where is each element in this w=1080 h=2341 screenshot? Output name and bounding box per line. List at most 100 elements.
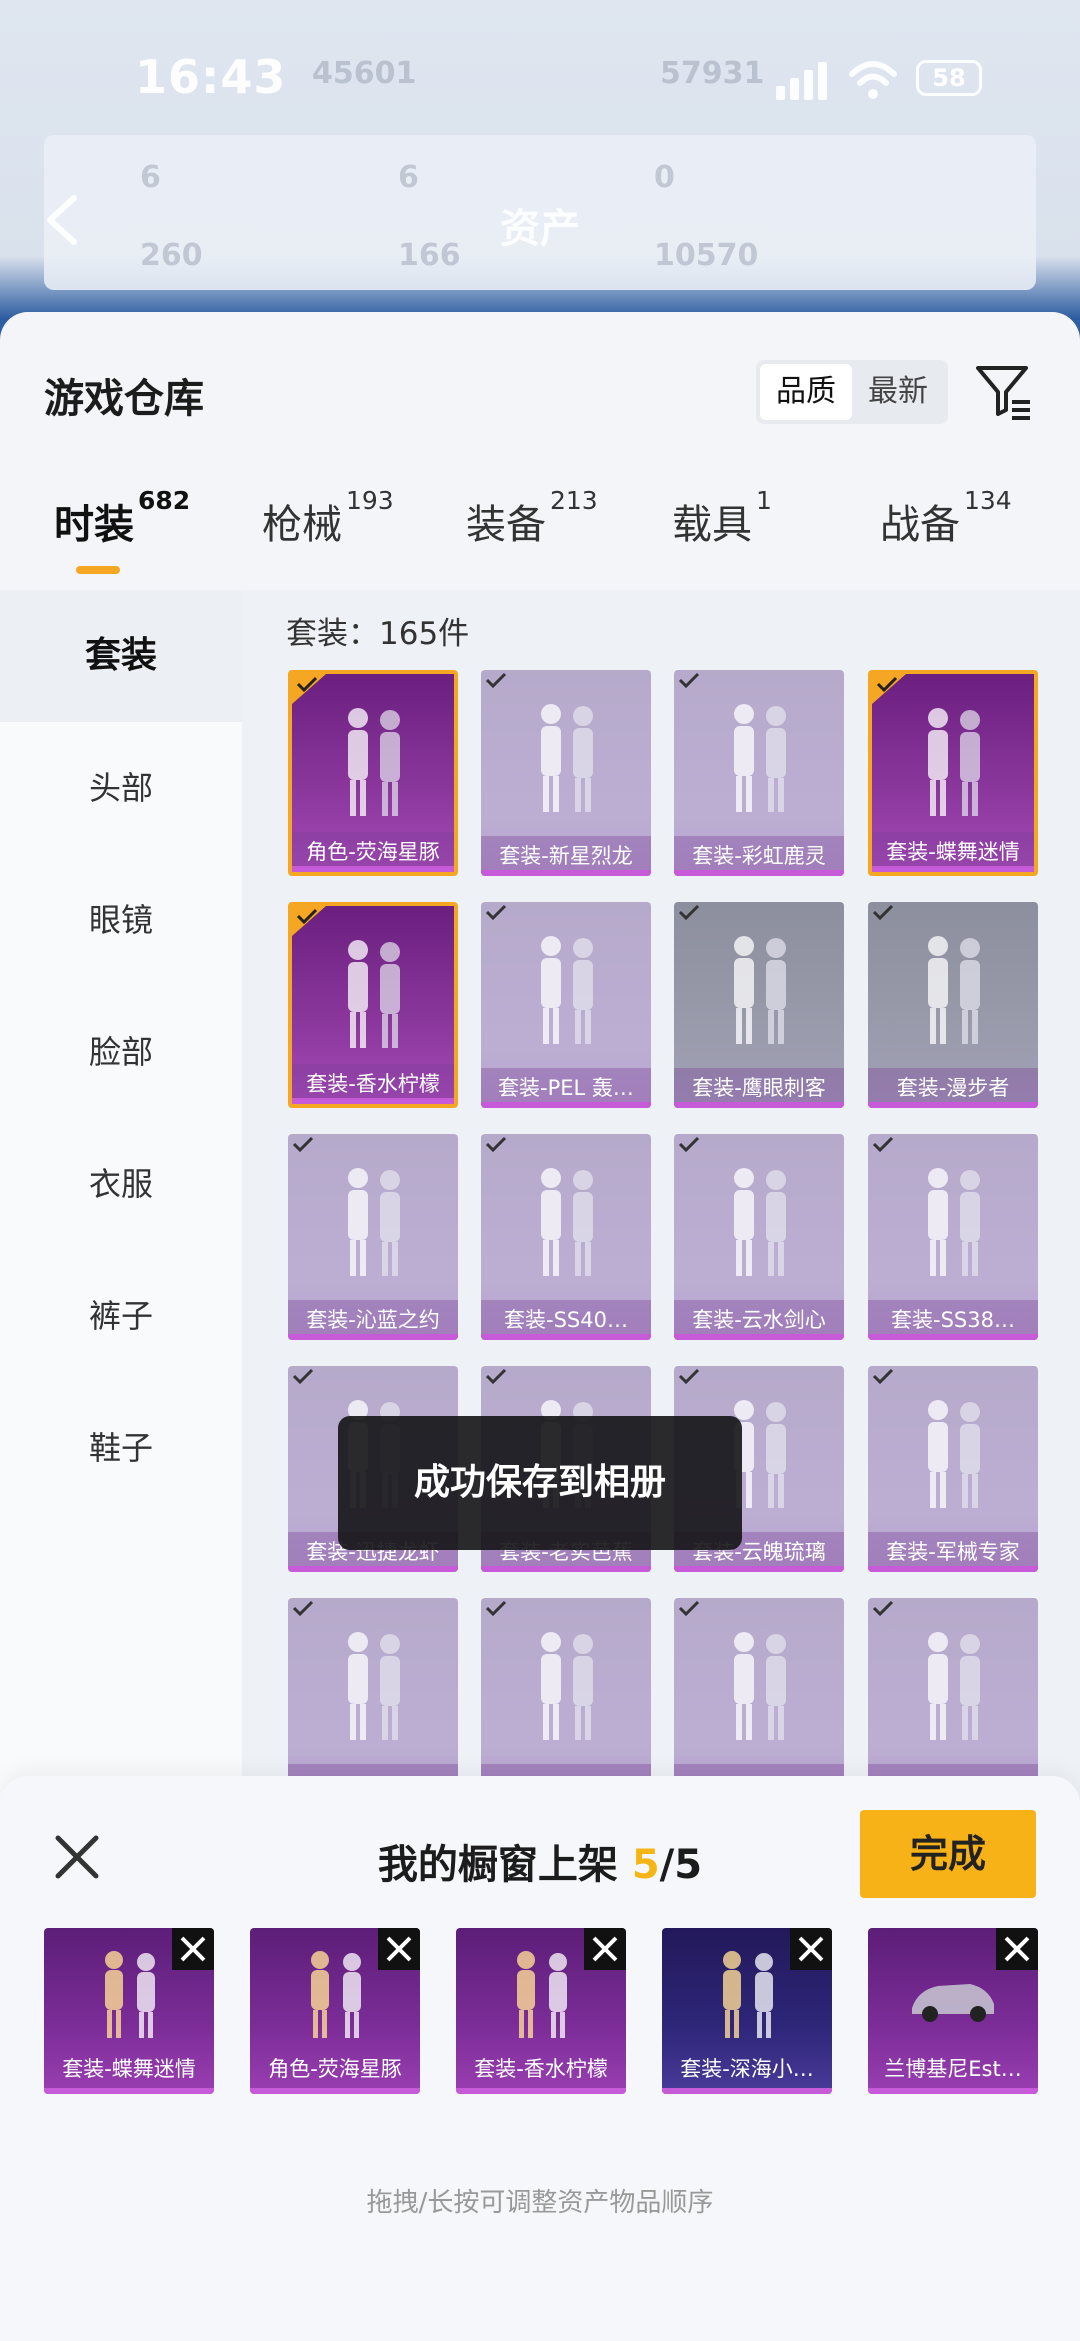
showcase-slot[interactable]: 角色-荧海星豚	[250, 1928, 420, 2094]
rarity-bar	[288, 1334, 458, 1340]
tab-count: 682	[138, 486, 191, 515]
rarity-bar	[481, 1566, 651, 1572]
item-card[interactable]: 套装-漫步者	[868, 902, 1038, 1108]
showcase-count-total: /5	[659, 1842, 703, 1888]
item-card[interactable]: 套装-彩虹鹿灵	[674, 670, 844, 876]
item-card[interactable]	[868, 1598, 1038, 1804]
ghost-number: 0	[654, 160, 675, 195]
item-card[interactable]: 套装-军械专家	[868, 1366, 1038, 1572]
subcategory-item-face[interactable]: 脸部	[0, 986, 242, 1118]
rarity-bar	[868, 1566, 1038, 1572]
outfit-figure-icon	[541, 1632, 593, 1740]
outfit-figure-icon	[928, 708, 980, 816]
item-card[interactable]: 套装-沁蓝之约	[288, 1134, 458, 1340]
sort-option-latest[interactable]: 最新	[852, 364, 944, 420]
showcase-slot-label: 兰博基尼Est…	[884, 2057, 1022, 2081]
subcategory-item-suit[interactable]: 套装	[0, 590, 242, 722]
car-icon	[912, 1984, 994, 2022]
tab-label: 枪械	[262, 502, 342, 548]
rarity-bar	[674, 1334, 844, 1340]
subcategory-item-head[interactable]: 头部	[0, 722, 242, 854]
outfit-figure-icon	[348, 708, 400, 816]
showcase-slot-label: 角色-荧海星豚	[268, 2057, 402, 2081]
outfit-figure-icon	[541, 704, 593, 812]
rarity-bar	[868, 2088, 1038, 2094]
outfit-figure-icon	[723, 1951, 773, 2038]
rarity-bar	[288, 1566, 458, 1572]
subcategory-item-shoes[interactable]: 鞋子	[0, 1382, 242, 1514]
clock: 16:43	[135, 50, 287, 104]
remove-icon[interactable]	[584, 1928, 626, 1970]
rarity-bar	[481, 870, 651, 876]
item-card[interactable]	[481, 1598, 651, 1804]
showcase-slot[interactable]: 兰博基尼Est…	[868, 1928, 1038, 2094]
showcase-slot[interactable]: 套装-香水柠檬	[456, 1928, 626, 2094]
signal-icon	[776, 60, 832, 100]
item-card[interactable]	[674, 1598, 844, 1804]
outfit-figure-icon	[541, 1168, 593, 1276]
item-card[interactable]: 套装-SS40…	[481, 1134, 651, 1340]
checkmark-icon	[485, 1136, 507, 1153]
item-card[interactable]: 套装-蝶舞迷情	[868, 670, 1038, 876]
filter-icon[interactable]	[972, 360, 1034, 422]
tab-vehicles[interactable]: 载具1	[672, 486, 772, 550]
warehouse-title: 游戏仓库	[44, 376, 204, 422]
remove-icon[interactable]	[378, 1928, 420, 1970]
checkmark-icon	[292, 1136, 314, 1153]
outfit-figure-icon	[734, 1632, 786, 1740]
outfit-figure-icon	[348, 1168, 400, 1276]
tab-fashion[interactable]: 时装682	[54, 486, 190, 550]
outfit-figure-icon	[734, 704, 786, 812]
rarity-bar	[662, 2088, 832, 2094]
outfit-figure-icon	[928, 1632, 980, 1740]
tab-indicator	[76, 566, 120, 574]
subcategory-item-pants[interactable]: 裤子	[0, 1250, 242, 1382]
tab-weapons[interactable]: 枪械193	[262, 486, 394, 550]
showcase-count-current: 5	[631, 1842, 660, 1888]
checkmark-icon	[678, 1368, 700, 1385]
checkmark-icon	[872, 674, 906, 704]
remove-icon[interactable]	[996, 1928, 1038, 1970]
checkmark-icon	[872, 904, 894, 921]
showcase-title-text: 我的橱窗上架	[377, 1842, 632, 1888]
rarity-bar	[868, 1102, 1038, 1108]
rarity-bar	[872, 866, 1034, 872]
tab-supplies[interactable]: 战备134	[880, 486, 1012, 550]
showcase-slot[interactable]: 套装-深海小…	[662, 1928, 832, 2094]
item-card[interactable]: 套装-香水柠檬	[288, 902, 458, 1108]
subcategory-item-clothes[interactable]: 衣服	[0, 1118, 242, 1250]
checkmark-icon	[485, 904, 507, 921]
rarity-bar	[250, 2088, 420, 2094]
sort-option-quality[interactable]: 品质	[760, 364, 852, 420]
rarity-bar	[868, 1334, 1038, 1340]
remove-icon[interactable]	[172, 1928, 214, 1970]
outfit-figure-icon	[928, 936, 980, 1044]
remove-icon[interactable]	[790, 1928, 832, 1970]
rarity-bar	[674, 870, 844, 876]
item-card[interactable]: 套装-PEL 轰…	[481, 902, 651, 1108]
checkmark-icon	[292, 1368, 314, 1385]
tab-label: 战备	[880, 502, 960, 548]
tab-equipment[interactable]: 装备213	[466, 486, 598, 550]
tab-count: 213	[550, 486, 598, 515]
page-title: 资产	[500, 206, 580, 252]
tab-count: 1	[756, 486, 772, 515]
item-card[interactable]: 套装-新星烈龙	[481, 670, 651, 876]
item-card[interactable]: 角色-荧海星豚	[288, 670, 458, 876]
outfit-figure-icon	[348, 1632, 400, 1740]
outfit-figure-icon	[734, 1168, 786, 1276]
checkmark-icon	[485, 1368, 507, 1385]
checkmark-icon	[292, 674, 326, 704]
item-card[interactable]: 套装-云水剑心	[674, 1134, 844, 1340]
rarity-bar	[292, 866, 454, 872]
subcategory-item-glasses[interactable]: 眼镜	[0, 854, 242, 986]
item-card[interactable]: 套装-鹰眼刺客	[674, 902, 844, 1108]
showcase-slot[interactable]: 套装-蝶舞迷情	[44, 1928, 214, 2094]
rarity-bar	[481, 1334, 651, 1340]
outfit-figure-icon	[348, 940, 400, 1048]
rarity-bar	[292, 1098, 454, 1104]
done-button[interactable]: 完成	[860, 1810, 1036, 1898]
item-card[interactable]	[288, 1598, 458, 1804]
item-card[interactable]: 套装-SS38…	[868, 1134, 1038, 1340]
checkmark-icon	[678, 672, 700, 689]
